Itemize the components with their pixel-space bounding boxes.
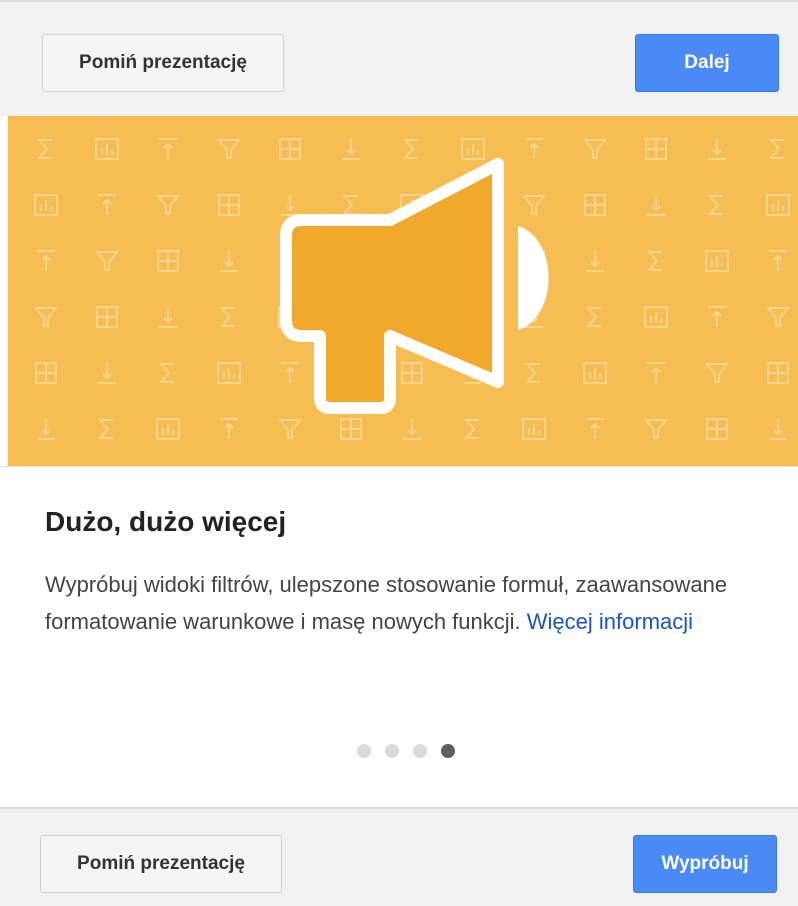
grid-icon	[279, 138, 301, 160]
sum-icon	[524, 363, 540, 383]
slide-title: Dużo, dużo więcej	[45, 506, 287, 537]
grid-icon	[35, 362, 57, 384]
sort-up-icon	[708, 306, 726, 327]
chart-icon	[461, 138, 485, 160]
sum-icon	[585, 307, 601, 327]
sort-down-icon	[708, 139, 726, 160]
sort-up-icon	[98, 194, 116, 215]
sort-down-icon	[769, 419, 787, 440]
chart-icon	[644, 306, 668, 328]
chart-icon	[95, 138, 119, 160]
sort-down-icon	[403, 419, 421, 440]
pagination-dot[interactable]	[385, 744, 399, 758]
grid-icon	[157, 250, 179, 272]
filter-icon	[33, 307, 59, 327]
chart-icon	[522, 418, 546, 440]
filter-icon	[643, 419, 669, 439]
sort-down-icon	[647, 195, 665, 216]
filter-icon	[521, 195, 547, 215]
filter-icon	[277, 419, 303, 439]
grid-icon	[96, 306, 118, 328]
pagination-dot[interactable]	[413, 744, 427, 758]
pagination-dot[interactable]	[357, 744, 371, 758]
skip-tour-button[interactable]: Pomiń prezentację	[42, 34, 284, 92]
chart-icon	[34, 194, 58, 216]
filter-icon	[582, 139, 608, 159]
hero-illustration	[8, 116, 798, 466]
chart-icon	[217, 362, 241, 384]
hero-divider	[0, 466, 798, 467]
filter-icon	[94, 251, 120, 271]
grid-icon	[706, 418, 728, 440]
skip-tour-button-bottom[interactable]: Pomiń prezentację	[40, 835, 282, 893]
grid-icon	[340, 418, 362, 440]
bottom-toolbar: Pomiń prezentację Wypróbuj	[0, 807, 798, 906]
chart-icon	[705, 250, 729, 272]
chart-icon	[583, 362, 607, 384]
sort-up-icon	[586, 418, 604, 439]
sum-icon	[768, 139, 784, 159]
sum-icon	[646, 251, 662, 271]
sort-up-icon	[37, 250, 55, 271]
pagination-dot[interactable]	[441, 744, 455, 758]
sum-icon	[36, 139, 52, 159]
slide-description: Wypróbuj widoki filtrów, ulepszone stoso…	[45, 566, 745, 640]
next-button[interactable]: Dalej	[635, 34, 779, 92]
sort-up-icon	[525, 138, 543, 159]
grid-icon	[584, 194, 606, 216]
sum-icon	[97, 419, 113, 439]
grid-icon	[767, 362, 789, 384]
sum-icon	[402, 139, 418, 159]
grid-icon	[401, 362, 423, 384]
sum-icon	[158, 363, 174, 383]
chart-icon	[156, 418, 180, 440]
sort-down-icon	[98, 363, 116, 384]
top-toolbar: Pomiń prezentację Dalej	[0, 0, 798, 116]
try-button[interactable]: Wypróbuj	[633, 835, 777, 893]
filter-icon	[155, 195, 181, 215]
pagination-dots	[0, 744, 798, 764]
filter-icon	[704, 363, 730, 383]
learn-more-link[interactable]: Więcej informacji	[527, 609, 693, 634]
filter-icon	[216, 139, 242, 159]
sort-down-icon	[586, 251, 604, 272]
sort-up-icon	[647, 362, 665, 383]
sort-down-icon	[220, 251, 238, 272]
sum-icon	[219, 307, 235, 327]
sum-icon	[341, 195, 357, 215]
sum-icon	[463, 419, 479, 439]
sort-up-icon	[769, 250, 787, 271]
grid-icon	[645, 138, 667, 160]
grid-icon	[218, 194, 240, 216]
sum-icon	[707, 195, 723, 215]
sort-up-icon	[220, 418, 238, 439]
filter-icon	[765, 307, 791, 327]
sort-down-icon	[281, 195, 299, 216]
sort-up-icon	[281, 362, 299, 383]
hero-svg	[33, 138, 791, 440]
sort-down-icon	[37, 419, 55, 440]
sort-down-icon	[342, 139, 360, 160]
sort-down-icon	[159, 307, 177, 328]
chart-icon	[766, 194, 790, 216]
sort-up-icon	[159, 138, 177, 159]
megaphone-icon	[280, 158, 549, 414]
